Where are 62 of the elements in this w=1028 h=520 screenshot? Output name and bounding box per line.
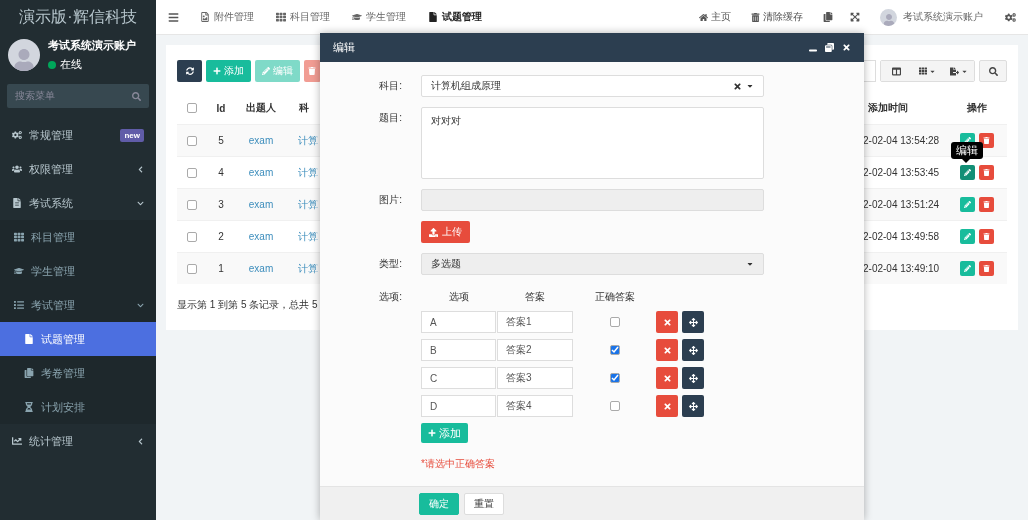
- field-label: 类型:: [378, 257, 402, 271]
- answer-field[interactable]: 答案4: [497, 395, 573, 417]
- column-header: Id: [215, 101, 227, 116]
- answer-field[interactable]: 答案2: [497, 339, 573, 361]
- nav-link[interactable]: 清除缓存: [751, 10, 803, 24]
- option-key-field[interactable]: A: [421, 311, 496, 333]
- column-header: 选项: [447, 290, 470, 304]
- field-label: 科目:: [378, 79, 402, 93]
- field-label: 选项:: [378, 290, 402, 304]
- table-cell: 2-02-04 13:54:28: [861, 124, 955, 156]
- new-badge: new: [120, 128, 144, 142]
- nav-tab[interactable]: 科目管理: [276, 10, 330, 24]
- upload-button[interactable]: 上传: [421, 221, 470, 243]
- option-key-field[interactable]: B: [421, 339, 496, 361]
- type-select[interactable]: 多选题: [421, 253, 764, 275]
- subject-select[interactable]: 计算机组成原理: [421, 75, 764, 97]
- column-header: 添加时间: [867, 101, 909, 115]
- pagination-summary: 显示第 1 到第 5 条记录，总共 5: [177, 298, 319, 312]
- dialog-title: 编辑: [333, 40, 355, 55]
- answer-field[interactable]: 答案1: [497, 311, 573, 333]
- nav-tab[interactable]: 附件管理: [200, 10, 254, 24]
- user-name: 考试系统演示账户: [48, 38, 136, 53]
- author-link[interactable]: exam: [235, 124, 287, 156]
- answer-field[interactable]: 答案3: [497, 367, 573, 389]
- author-link[interactable]: exam: [235, 252, 287, 284]
- account-name[interactable]: 考试系统演示账户: [903, 10, 983, 24]
- status-text: 在线: [60, 57, 82, 72]
- menu-item[interactable]: 统计管理: [0, 424, 156, 458]
- nav-link[interactable]: 主页: [699, 10, 731, 24]
- field-label: 图片:: [378, 193, 402, 207]
- menu-item[interactable]: 考卷管理: [0, 356, 156, 390]
- menu-item[interactable]: 学生管理: [0, 254, 156, 288]
- table-cell: 1: [207, 252, 235, 284]
- brand-title: 演示版·辉信科技: [18, 7, 138, 27]
- menu-item[interactable]: 考试系统: [0, 186, 156, 220]
- column-header: 操作: [966, 101, 988, 115]
- column-header: 科: [298, 101, 310, 115]
- menu-item[interactable]: 计划安排: [0, 390, 156, 424]
- question-textarea[interactable]: 对对对: [421, 107, 764, 179]
- subject-link[interactable]: 计算: [287, 124, 320, 156]
- menu-item[interactable]: 科目管理: [0, 220, 156, 254]
- hint-text: *请选中正确答案: [421, 457, 496, 471]
- column-header: 答案: [524, 290, 546, 304]
- author-link[interactable]: exam: [235, 188, 287, 220]
- menu-item[interactable]: 考试管理: [0, 288, 156, 322]
- table-cell: 2-02-04 13:51:24: [861, 188, 955, 220]
- subject-link[interactable]: 计算: [287, 252, 320, 284]
- menu-item[interactable]: 试题管理: [0, 322, 156, 356]
- nav-tab[interactable]: 试题管理: [428, 10, 482, 24]
- menu-item[interactable]: 权限管理: [0, 152, 156, 186]
- column-header: 出题人: [245, 101, 277, 115]
- menu-item[interactable]: 常规管理 new: [0, 118, 156, 152]
- subject-link[interactable]: 计算: [287, 188, 320, 220]
- option-key-field[interactable]: C: [421, 367, 496, 389]
- field-label: 题目:: [378, 111, 402, 125]
- reset-button[interactable]: 重置: [464, 492, 504, 515]
- nav-tab[interactable]: 学生管理: [352, 10, 406, 24]
- option-key-field[interactable]: D: [421, 395, 496, 417]
- column-header: 正确答案: [593, 290, 636, 304]
- table-cell: 5: [207, 124, 235, 156]
- table-cell: 2-02-04 13:49:10: [861, 252, 955, 284]
- table-cell: 3: [207, 188, 235, 220]
